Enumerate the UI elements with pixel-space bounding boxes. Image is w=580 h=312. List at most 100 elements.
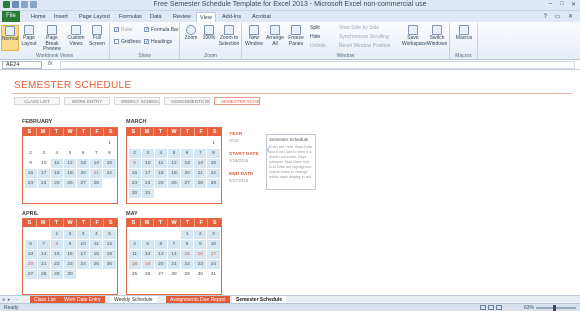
page-layout-view-icon[interactable] [488,305,494,310]
day-cell[interactable]: 18 [154,168,167,178]
day-cell[interactable]: 31 [207,270,219,279]
day-cell[interactable]: 3 [77,229,90,239]
zoom-button[interactable]: Zoom [182,25,200,42]
day-cell[interactable]: 24 [77,259,90,269]
day-cell[interactable]: 12 [63,158,77,168]
day-cell[interactable]: 11 [90,239,103,249]
day-cell[interactable]: 5 [167,148,181,158]
day-cell[interactable]: 20 [77,168,90,178]
ruler-checkbox[interactable]: Ruler [114,27,133,33]
day-cell[interactable]: 6 [181,148,194,158]
day-cell[interactable]: 25 [90,259,103,269]
day-cell[interactable]: 8 [181,239,194,249]
day-cell[interactable]: 3 [207,229,220,239]
formula-input[interactable] [60,61,575,69]
day-cell[interactable]: 20 [24,259,37,269]
day-cell[interactable]: 21 [167,259,181,269]
day-cell[interactable]: 21 [90,168,103,178]
zoom-slider-thumb[interactable] [552,305,556,311]
page-break-view-icon[interactable] [496,305,502,310]
maximize-button[interactable]: □ [560,1,564,7]
day-cell[interactable]: 1 [50,229,63,239]
day-cell[interactable]: 17 [37,168,50,178]
day-cell[interactable]: 30 [194,270,206,279]
day-cell[interactable]: 18 [50,168,63,178]
day-cell[interactable]: 26 [167,178,181,188]
normal-view-icon[interactable] [480,305,486,310]
day-cell[interactable]: 1 [103,139,115,148]
day-cell[interactable]: 17 [77,249,90,259]
day-cell[interactable]: 16 [194,249,207,259]
day-cell[interactable]: 30 [128,188,141,198]
day-cell[interactable]: 26 [63,178,77,188]
tab-page-layout[interactable]: Page Layout [79,12,110,22]
day-cell[interactable]: 10 [77,239,90,249]
day-cell[interactable]: 16 [24,168,37,178]
tab-home[interactable]: Home [31,12,46,22]
day-cell[interactable]: 1 [207,139,219,148]
unhide-button[interactable]: Unhide [310,43,326,49]
day-cell[interactable]: 7 [167,239,181,249]
day-cell[interactable]: 19 [167,168,181,178]
view-side-by-side-button[interactable]: View Side by Side [339,25,379,31]
day-cell[interactable]: 20 [154,259,167,269]
day-cell[interactable]: 29 [207,178,220,188]
day-cell[interactable]: 17 [207,249,220,259]
day-cell[interactable]: 13 [24,249,37,259]
day-cell[interactable]: 13 [77,158,90,168]
day-cell[interactable]: 29 [50,269,63,279]
day-cell[interactable]: 24 [207,259,220,269]
tab-file[interactable]: File [2,11,20,22]
day-cell[interactable]: 9 [128,158,141,168]
save-workspace-button[interactable]: Save Workspace [402,25,427,47]
day-cell[interactable]: 6 [154,239,167,249]
switch-windows-button[interactable]: Switch Windows [426,25,448,47]
tab-formulas[interactable]: Formulas [119,12,142,22]
day-cell[interactable]: 21 [37,259,50,269]
day-cell[interactable]: 28 [194,178,207,188]
tab-review[interactable]: Review [173,12,191,22]
nav-assignments-due[interactable]: ASSIGNMENTS DUE [164,97,210,105]
day-cell[interactable]: 31 [141,188,154,198]
freeze-panes-button[interactable]: Freeze Panes [286,25,306,47]
tab-view[interactable]: View [196,12,216,22]
hide-button[interactable]: Hide [310,34,320,40]
day-cell[interactable]: 23 [63,259,77,269]
day-cell[interactable]: 11 [128,249,141,259]
gridlines-checkbox[interactable]: Gridlines [114,39,141,45]
day-cell[interactable]: 8 [207,148,220,158]
day-cell[interactable]: 28 [37,269,50,279]
day-cell[interactable]: 15 [207,158,220,168]
tab-acrobat[interactable]: Acrobat [252,12,271,22]
day-cell[interactable]: 23 [194,259,207,269]
day-cell[interactable]: 6 [24,239,37,249]
day-cell[interactable]: 7 [194,148,207,158]
day-cell[interactable]: 10 [38,159,50,168]
page-break-preview-button[interactable]: Page Break Preview [39,25,65,53]
year-value[interactable]: 2015 [229,138,239,143]
zoom-100-button[interactable]: 100% [201,25,217,42]
day-cell[interactable]: 4 [154,148,167,158]
day-cell[interactable]: 4 [90,229,103,239]
day-cell[interactable]: 18 [128,259,141,269]
day-cell[interactable]: 22 [181,259,194,269]
day-cell[interactable]: 22 [50,259,63,269]
day-cell[interactable]: 5 [64,149,76,158]
day-cell[interactable]: 27 [155,270,167,279]
day-cell[interactable]: 9 [25,159,37,168]
minimize-button[interactable]: – [549,1,552,7]
day-cell[interactable]: 22 [103,168,116,178]
day-cell[interactable]: 18 [90,249,103,259]
day-cell[interactable]: 25 [50,178,63,188]
day-cell[interactable]: 16 [128,168,141,178]
day-cell[interactable]: 26 [142,270,154,279]
day-cell[interactable]: 23 [128,178,141,188]
day-cell[interactable]: 14 [167,249,181,259]
tab-insert[interactable]: Insert [54,12,68,22]
day-cell[interactable]: 23 [24,178,37,188]
page-layout-view-button[interactable]: Page Layout [20,25,38,47]
day-cell[interactable]: 1 [181,229,194,239]
day-cell[interactable]: 8 [103,149,115,158]
fx-icon[interactable]: fx [48,61,53,67]
day-cell[interactable]: 4 [51,149,63,158]
